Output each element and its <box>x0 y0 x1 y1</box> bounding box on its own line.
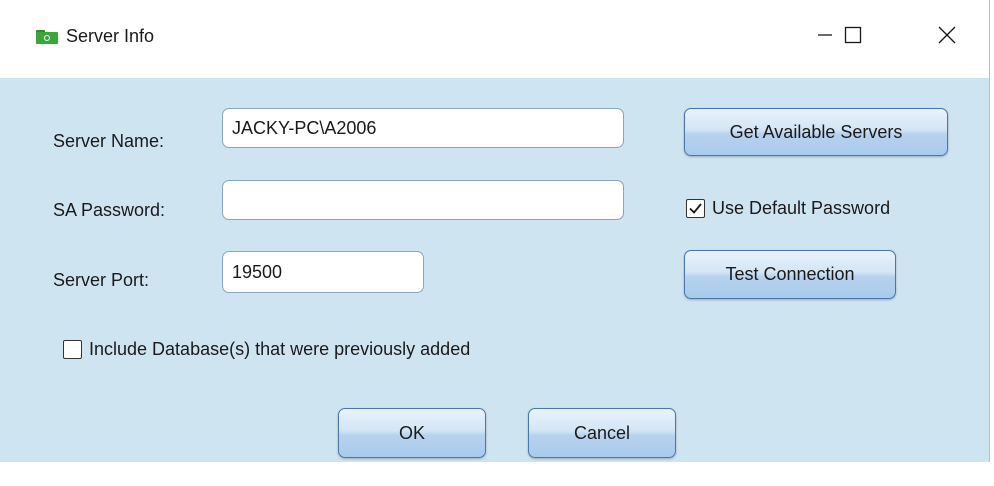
maximize-button[interactable] <box>830 14 876 60</box>
include-databases-checkbox[interactable]: Include Database(s) that were previously… <box>63 339 470 360</box>
include-databases-box[interactable] <box>63 340 82 359</box>
dialog-body: Server Name: Get Available Servers SA Pa… <box>0 78 989 462</box>
server-name-label: Server Name: <box>53 131 165 151</box>
checkmark-icon <box>689 203 702 214</box>
close-button[interactable] <box>924 14 970 60</box>
server-port-label: Server Port: <box>53 270 150 290</box>
server-port-input[interactable] <box>222 251 424 293</box>
sa-password-input[interactable] <box>222 180 624 220</box>
include-databases-label: Include Database(s) that were previously… <box>89 339 471 359</box>
folder-icon <box>36 29 58 44</box>
cancel-button[interactable]: Cancel <box>528 408 676 458</box>
close-icon <box>938 26 956 49</box>
server-name-input[interactable] <box>222 108 624 148</box>
title-bar[interactable]: Server Info <box>0 0 989 78</box>
window-title: Server Info <box>66 26 155 46</box>
test-connection-button[interactable]: Test Connection <box>684 250 896 299</box>
use-default-password-box[interactable] <box>686 199 705 218</box>
get-available-servers-button[interactable]: Get Available Servers <box>684 108 948 156</box>
use-default-password-label: Use Default Password <box>712 198 891 218</box>
sa-password-label: SA Password: <box>53 200 166 220</box>
server-info-window: Server Info Server Name: Get Available S… <box>0 0 990 462</box>
use-default-password-checkbox[interactable]: Use Default Password <box>686 198 890 219</box>
ok-button[interactable]: OK <box>338 408 486 458</box>
maximize-icon <box>844 26 862 49</box>
